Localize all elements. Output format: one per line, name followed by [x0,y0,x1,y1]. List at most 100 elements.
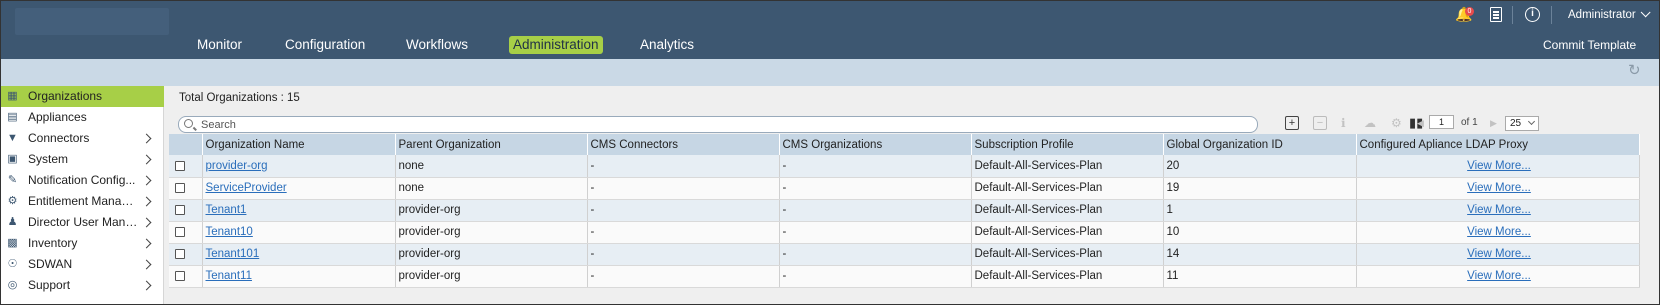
top-header: Monitor Configuration Workflows Administ… [1,1,1659,59]
row-checkbox[interactable] [175,226,185,237]
chevron-right-icon [141,154,152,165]
table-row: Tenant11 provider-org - - Default-All-Se… [169,265,1640,288]
chevron-right-icon [141,259,152,270]
sidebar-item-director-user-management[interactable]: ♟ Director User Mana... [1,212,164,233]
cms-connectors-cell: - [587,265,780,288]
row-checkbox[interactable] [175,204,185,215]
global-organization-id-cell: 20 [1163,155,1357,178]
page-size-value: 25 [1510,118,1522,129]
search-box[interactable] [178,116,1258,133]
search-input[interactable] [201,118,1251,132]
row-checkbox[interactable] [175,248,185,259]
subscription-profile-cell: Default-All-Services-Plan [971,243,1164,266]
remove-icon[interactable]: − [1313,116,1327,130]
sidebar-item-label: Connectors [28,131,90,145]
global-organization-id-cell: 1 [1163,199,1357,222]
refresh-icon[interactable]: ↻ [1628,63,1644,79]
table-row: Tenant1 provider-org - - Default-All-Ser… [169,199,1640,222]
chevron-right-icon [141,196,152,207]
select-all-header [169,134,203,155]
view-more-link[interactable]: View More... [1360,160,1639,172]
nav-administration[interactable]: Administration [509,36,603,54]
column-header-cms-connectors[interactable]: CMS Connectors [587,134,780,155]
app-window: Monitor Configuration Workflows Administ… [0,0,1660,305]
cms-organizations-cell: - [779,265,972,288]
nav-monitor[interactable]: Monitor [193,36,246,54]
notification-count-badge: 0 [1465,7,1474,16]
sidebar-item-label: Organizations [28,89,103,103]
parent-organization-cell: none [395,177,588,200]
previous-page-icon[interactable]: ◀ [1417,116,1424,130]
page-number-input[interactable]: 1 [1429,115,1454,129]
view-more-link[interactable]: View More... [1360,248,1639,260]
notifications-bell-icon[interactable]: 🔔 0 [1455,6,1474,24]
cms-organizations-cell: - [779,177,972,200]
sdwan-icon: ☉ [7,258,18,270]
sidebar-item-appliances[interactable]: ▤ Appliances [1,107,164,128]
view-more-link[interactable]: View More... [1360,270,1639,282]
appliances-icon: ▤ [7,111,18,123]
nav-configuration[interactable]: Configuration [281,36,369,54]
page-total-label: of 1 [1461,117,1478,128]
sidebar-item-label: Notification Config... [28,173,136,187]
parent-organization-cell: provider-org [395,265,588,288]
column-header-ldap-proxy[interactable]: Configured Apliance LDAP Proxy [1356,134,1640,155]
sidebar-item-support[interactable]: ◎ Support [1,275,164,296]
tasks-document-icon[interactable] [1490,7,1502,22]
nav-workflows[interactable]: Workflows [402,36,472,54]
organization-link[interactable]: Tenant10 [206,226,253,238]
sidebar-item-connectors[interactable]: ▼ Connectors [1,128,164,149]
organization-link[interactable]: Tenant11 [206,270,252,282]
chevron-right-icon [141,238,152,249]
row-checkbox[interactable] [175,182,185,193]
entitlement-icon: ⚙ [7,195,18,207]
row-checkbox[interactable] [175,160,185,171]
subscription-profile-cell: Default-All-Services-Plan [971,177,1164,200]
support-icon: ◎ [7,279,18,291]
info-icon[interactable]: i [1525,7,1540,22]
global-organization-id-cell: 11 [1163,265,1357,288]
sidebar-item-system[interactable]: ▣ System [1,149,164,170]
row-checkbox[interactable] [175,270,185,281]
page-size-select[interactable]: 25 [1505,116,1539,131]
inventory-icon: ▩ [7,237,18,249]
organization-link[interactable]: ServiceProvider [206,182,287,194]
sidebar-item-organizations[interactable]: ▦ Organizations [1,86,164,107]
nav-analytics[interactable]: Analytics [636,36,698,54]
chevron-right-icon [141,217,152,228]
chevron-right-icon [141,133,152,144]
view-more-link[interactable]: View More... [1360,226,1639,238]
column-header-organization-name[interactable]: Organization Name [202,134,396,155]
brand-logo[interactable] [15,8,169,35]
commit-template-button[interactable]: Commit Template [1543,38,1636,52]
view-more-link[interactable]: View More... [1360,204,1639,216]
view-more-link[interactable]: View More... [1360,182,1639,194]
settings-icon[interactable]: ⚙ [1391,116,1402,130]
column-header-global-organization-id[interactable]: Global Organization ID [1163,134,1357,155]
sidebar-item-notification-config[interactable]: ✎ Notification Config... [1,170,164,191]
column-header-subscription-profile[interactable]: Subscription Profile [971,134,1164,155]
sidebar-item-inventory[interactable]: ▩ Inventory [1,233,164,254]
sidebar-item-label: Director User Mana... [28,215,138,229]
column-header-parent-organization[interactable]: Parent Organization [395,134,588,155]
info-row-icon[interactable]: ℹ [1341,116,1346,130]
table-header-row: Organization Name Parent Organization CM… [169,134,1640,155]
organization-link[interactable]: Tenant1 [206,204,247,216]
organization-link[interactable]: provider-org [206,160,268,172]
subscription-profile-cell: Default-All-Services-Plan [971,199,1164,222]
organizations-icon: ▦ [7,90,18,102]
add-icon[interactable]: + [1285,116,1299,130]
header-divider [1551,6,1552,24]
user-name: Administrator [1568,9,1636,21]
sidebar-item-sdwan[interactable]: ☉ SDWAN [1,254,164,275]
sidebar-item-label: SDWAN [28,257,73,271]
column-header-cms-organizations[interactable]: CMS Organizations [779,134,972,155]
deploy-icon[interactable]: ☁ [1364,116,1376,130]
table-row: Tenant101 provider-org - - Default-All-S… [169,243,1640,266]
next-page-icon[interactable]: ▶ [1490,116,1497,130]
sidebar-item-entitlement-manager[interactable]: ⚙ Entitlement Manager [1,191,164,212]
user-menu[interactable]: Administrator [1568,7,1651,21]
global-organization-id-cell: 14 [1163,243,1357,266]
organization-link[interactable]: Tenant101 [206,248,260,260]
global-organization-id-cell: 19 [1163,177,1357,200]
